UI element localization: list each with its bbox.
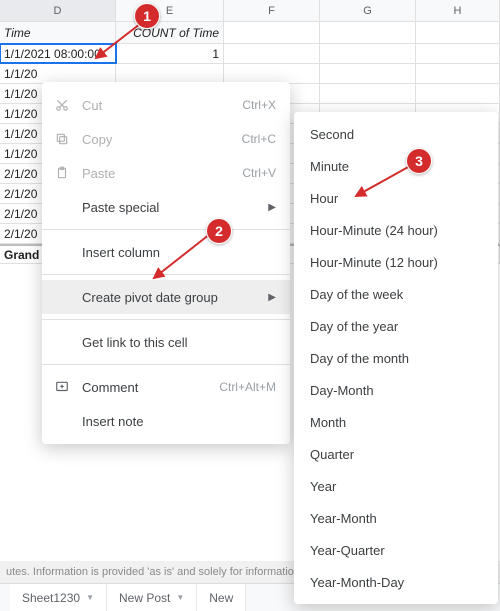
callout-3: 3 — [406, 148, 432, 174]
sub-day-of-week[interactable]: Day of the week — [294, 278, 498, 310]
sub-day-of-month[interactable]: Day of the month — [294, 342, 498, 374]
ctx-get-link-label: Get link to this cell — [82, 335, 188, 350]
data-cell[interactable] — [116, 64, 224, 83]
blank-cell[interactable] — [224, 22, 320, 43]
ctx-cut-label: Cut — [82, 98, 102, 113]
paste-icon — [54, 165, 70, 181]
column-header-row: D E F G H — [0, 0, 500, 22]
ctx-copy-shortcut: Ctrl+C — [242, 132, 276, 146]
chevron-down-icon: ▼ — [86, 593, 94, 602]
blank-cell[interactable] — [320, 64, 416, 83]
ctx-comment-shortcut: Ctrl+Alt+M — [219, 380, 276, 394]
ctx-insert-note[interactable]: Insert note — [42, 404, 290, 438]
blank-cell[interactable] — [224, 44, 320, 63]
sub-quarter[interactable]: Quarter — [294, 438, 498, 470]
pivot-header-count[interactable]: COUNT of Time — [116, 22, 224, 43]
col-header-h[interactable]: H — [416, 0, 500, 21]
ctx-paste-shortcut: Ctrl+V — [242, 166, 276, 180]
sheet-tab-3[interactable]: New — [197, 584, 246, 611]
sub-day-of-year[interactable]: Day of the year — [294, 310, 498, 342]
copy-icon — [54, 131, 70, 147]
blank-cell[interactable] — [416, 22, 500, 43]
separator — [42, 229, 290, 230]
data-cell[interactable]: 1/1/20 — [0, 64, 116, 83]
sheet-tab-2-label: New Post — [119, 591, 170, 605]
chevron-right-icon: ▶ — [268, 202, 276, 213]
sub-minute[interactable]: Minute — [294, 150, 498, 182]
callout-1: 1 — [134, 3, 160, 29]
ctx-get-link[interactable]: Get link to this cell — [42, 325, 290, 359]
sheet-tab-2[interactable]: New Post ▼ — [107, 584, 197, 611]
ctx-paste-special[interactable]: Paste special ▶ — [42, 190, 290, 224]
ctx-copy-label: Copy — [82, 132, 112, 147]
sub-hour-minute-24[interactable]: Hour-Minute (24 hour) — [294, 214, 498, 246]
active-cell[interactable]: 1/1/2021 08:00:00 — [0, 44, 116, 63]
ctx-insert-note-label: Insert note — [82, 414, 143, 429]
col-header-f[interactable]: F — [224, 0, 320, 21]
context-menu: Cut Ctrl+X Copy Ctrl+C Paste Ctrl+V Past… — [42, 82, 290, 444]
ctx-insert-column-label: Insert column — [82, 245, 160, 260]
sub-day-month[interactable]: Day-Month — [294, 374, 498, 406]
chevron-right-icon: ▶ — [268, 292, 276, 303]
sub-year[interactable]: Year — [294, 470, 498, 502]
ctx-cut-shortcut: Ctrl+X — [242, 98, 276, 112]
sub-month[interactable]: Month — [294, 406, 498, 438]
pivot-header-time[interactable]: Time — [0, 22, 116, 43]
ctx-paste[interactable]: Paste Ctrl+V — [42, 156, 290, 190]
ctx-paste-special-label: Paste special — [82, 200, 159, 215]
sheet-tab-1[interactable]: Sheet1230 ▼ — [10, 584, 107, 611]
sheet-tab-1-label: Sheet1230 — [22, 591, 80, 605]
sub-year-quarter[interactable]: Year-Quarter — [294, 534, 498, 566]
ctx-comment-label: Comment — [82, 380, 138, 395]
blank-cell[interactable] — [320, 22, 416, 43]
blank-cell[interactable] — [416, 64, 500, 83]
pivot-date-group-submenu: Second Minute Hour Hour-Minute (24 hour)… — [294, 112, 498, 604]
ctx-insert-column[interactable]: Insert column — [42, 235, 290, 269]
cut-icon — [54, 97, 70, 113]
comment-icon — [54, 379, 70, 395]
chevron-down-icon: ▼ — [176, 593, 184, 602]
blank-cell[interactable] — [416, 44, 500, 63]
sheet-tab-3-label: New — [209, 591, 233, 605]
data-cell[interactable]: 1 — [116, 44, 224, 63]
separator — [42, 364, 290, 365]
callout-2: 2 — [206, 218, 232, 244]
blank-cell[interactable] — [416, 84, 500, 103]
ctx-paste-label: Paste — [82, 166, 115, 181]
col-header-g[interactable]: G — [320, 0, 416, 21]
col-header-d[interactable]: D — [0, 0, 116, 21]
ctx-cut[interactable]: Cut Ctrl+X — [42, 88, 290, 122]
sub-year-month[interactable]: Year-Month — [294, 502, 498, 534]
separator — [42, 319, 290, 320]
ctx-copy[interactable]: Copy Ctrl+C — [42, 122, 290, 156]
sub-year-month-day[interactable]: Year-Month-Day — [294, 566, 498, 598]
blank-cell[interactable] — [224, 64, 320, 83]
sub-hour-minute-12[interactable]: Hour-Minute (12 hour) — [294, 246, 498, 278]
sub-hour[interactable]: Hour — [294, 182, 498, 214]
blank-cell[interactable] — [320, 84, 416, 103]
sub-second[interactable]: Second — [294, 118, 498, 150]
ctx-comment[interactable]: Comment Ctrl+Alt+M — [42, 370, 290, 404]
separator — [42, 274, 290, 275]
ctx-create-group-label: Create pivot date group — [82, 290, 218, 305]
ctx-create-pivot-date-group[interactable]: Create pivot date group ▶ — [42, 280, 290, 314]
blank-cell[interactable] — [320, 44, 416, 63]
col-header-e[interactable]: E — [116, 0, 224, 21]
